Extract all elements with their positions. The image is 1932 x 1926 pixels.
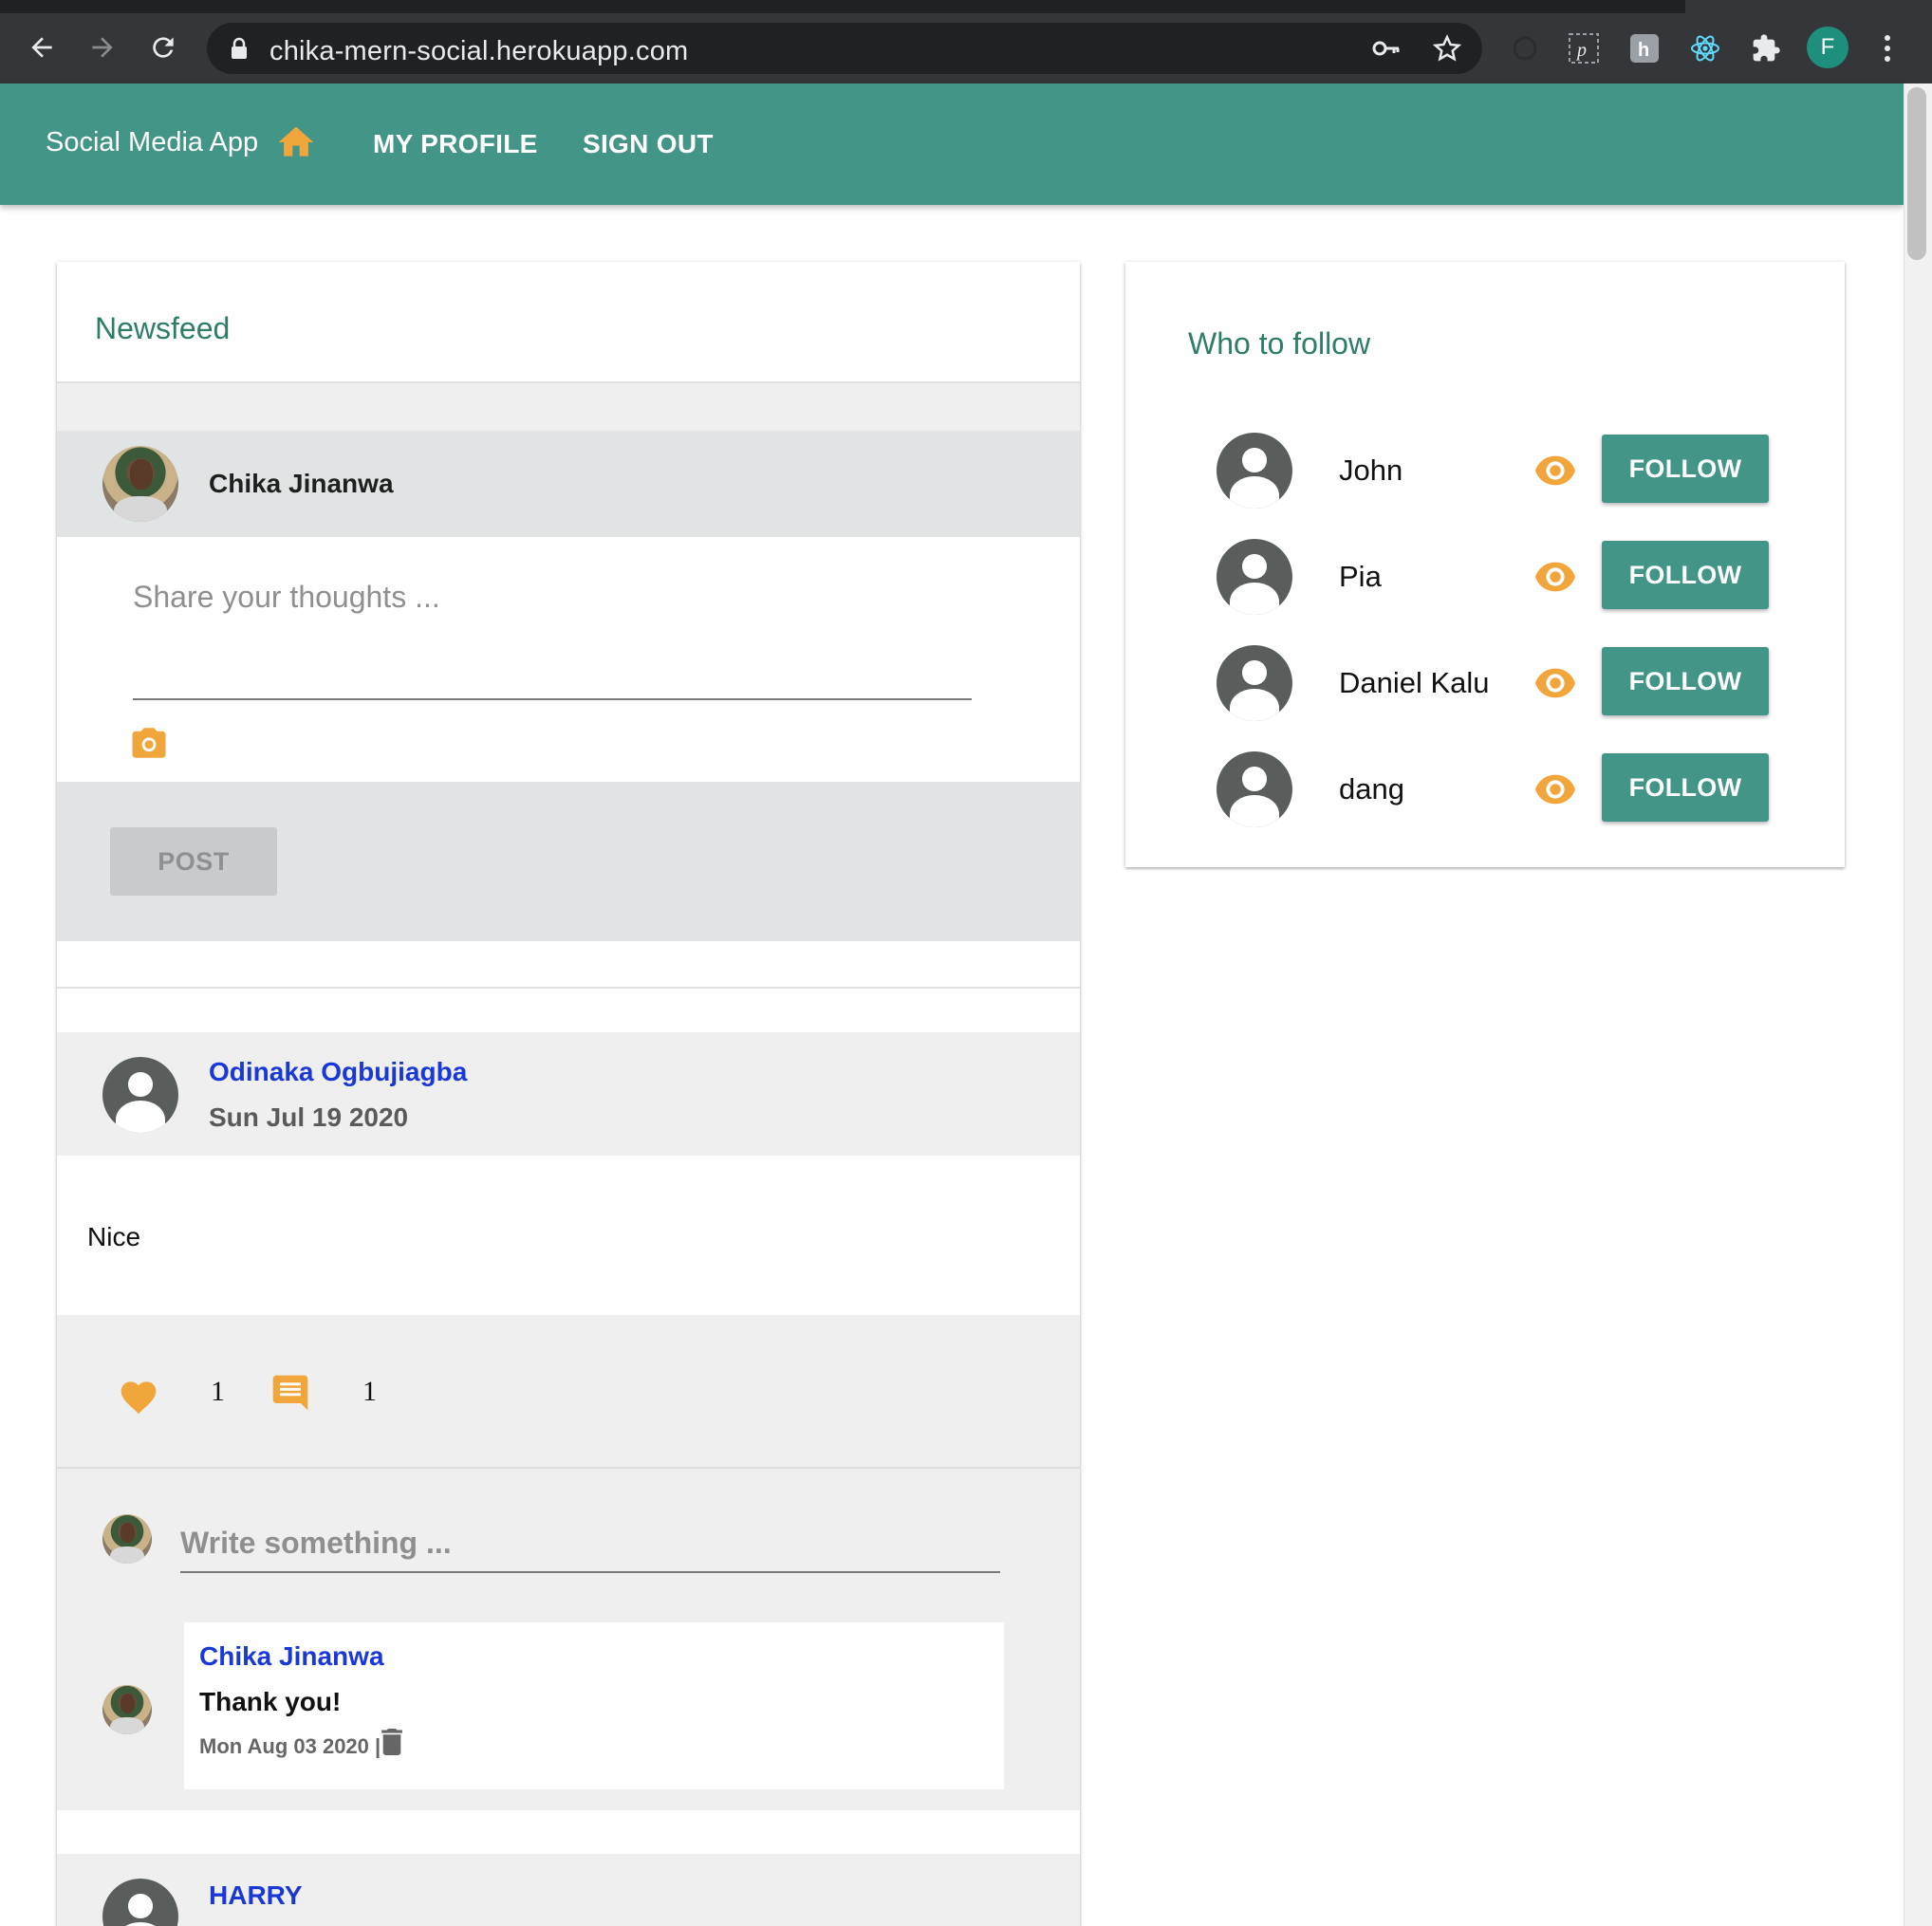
user-avatar[interactable] [1217, 539, 1292, 615]
post-header: Odinaka Ogbujiagba Sun Jul 19 2020 [57, 1032, 1080, 1156]
suggested-user-name[interactable]: Daniel Kalu [1339, 666, 1490, 700]
browser-profile-avatar[interactable]: F [1807, 27, 1848, 68]
input-underline [180, 1571, 1000, 1573]
post-author-link[interactable]: Odinaka Ogbujiagba [209, 1057, 467, 1087]
reload-icon[interactable] [139, 23, 188, 72]
follow-button[interactable]: FOLLOW [1602, 647, 1769, 715]
bookmark-star-icon[interactable] [1432, 34, 1462, 67]
app-title: Social Media App [46, 127, 259, 157]
new-post-user-name: Chika Jinanwa [209, 469, 394, 498]
post-header: HARRY [57, 1854, 1080, 1926]
extension-h-icon[interactable]: h [1623, 27, 1666, 70]
comment-icon[interactable] [269, 1372, 311, 1418]
tab-strip [0, 0, 1932, 13]
comment-count: 1 [362, 1376, 377, 1407]
suggested-user-name[interactable]: Pia [1339, 560, 1382, 594]
address-bar[interactable]: chika-mern-social.herokuapp.com [207, 23, 1482, 74]
who-to-follow-title: Who to follow [1188, 326, 1371, 361]
comment-text: Thank you! [199, 1687, 342, 1716]
comment-author-link[interactable]: Chika Jinanwa [199, 1641, 384, 1672]
key-icon[interactable] [1372, 37, 1401, 65]
extensions-puzzle-icon[interactable] [1744, 27, 1788, 70]
follow-button[interactable]: FOLLOW [1602, 753, 1769, 822]
next-post-gap [57, 1810, 1080, 1854]
input-underline [133, 698, 972, 700]
who-to-follow-card: Who to follow John FOLLOW Pia FOLLOW Dan… [1125, 262, 1845, 867]
page-scrollbar-thumb[interactable] [1907, 87, 1926, 260]
active-tab-edge[interactable] [1685, 0, 1932, 13]
post-author-avatar [102, 1057, 178, 1133]
post-text: Nice [87, 1222, 141, 1251]
svg-text:h: h [1638, 40, 1649, 61]
new-post-panel: Chika Jinanwa Share your thoughts ... PO… [57, 383, 1080, 941]
svg-text:p: p [1575, 40, 1587, 61]
user-avatar[interactable] [1217, 751, 1292, 827]
url-text[interactable]: chika-mern-social.herokuapp.com [269, 36, 688, 67]
post-button[interactable]: POST [110, 827, 277, 896]
follow-suggestion: John FOLLOW [1125, 425, 1845, 520]
nav-sign-out[interactable]: SIGN OUT [583, 129, 714, 159]
newsfeed-title: Newsfeed [95, 311, 231, 345]
post-actions: 1 1 [57, 1315, 1080, 1467]
suggested-user-name[interactable]: dang [1339, 772, 1404, 806]
post-card: Odinaka Ogbujiagba Sun Jul 19 2020 Nice … [57, 989, 1080, 1926]
follow-suggestion: dang FOLLOW [1125, 744, 1845, 839]
view-eye-icon[interactable] [1533, 560, 1577, 594]
react-devtools-icon[interactable] [1683, 27, 1727, 70]
forward-icon[interactable] [78, 23, 127, 72]
nav-my-profile[interactable]: MY PROFILE [373, 129, 538, 159]
comments-section: Write something ... Chika Jinanwa Thank … [57, 1467, 1080, 1810]
follow-suggestion: Daniel Kalu FOLLOW [1125, 638, 1845, 732]
lock-icon[interactable] [230, 37, 249, 65]
delete-trash-icon[interactable] [381, 1729, 406, 1759]
home-icon[interactable] [275, 121, 317, 163]
post-author-avatar [102, 1879, 178, 1926]
view-eye-icon[interactable] [1533, 772, 1577, 806]
follow-suggestion: Pia FOLLOW [1125, 531, 1845, 626]
extension-spinner-icon[interactable] [1503, 27, 1547, 70]
newsfeed-card: Newsfeed Chika Jinanwa Share your though… [57, 262, 1080, 1926]
browser-menu-icon[interactable] [1866, 27, 1909, 70]
suggested-user-name[interactable]: John [1339, 454, 1403, 488]
new-post-header: Chika Jinanwa [57, 431, 1080, 537]
extension-p-icon[interactable]: p [1562, 27, 1606, 70]
comment-author-avatar [102, 1685, 152, 1734]
like-heart-icon[interactable] [118, 1376, 159, 1420]
browser-toolbar: chika-mern-social.herokuapp.com p h F [0, 0, 1932, 83]
new-post-body: Share your thoughts ... [57, 537, 1080, 782]
share-thoughts-input[interactable]: Share your thoughts ... [133, 580, 440, 615]
app-bar: Social Media App MY PROFILE SIGN OUT [0, 83, 1904, 205]
post-date: Sun Jul 19 2020 [209, 1102, 409, 1132]
new-post-footer: POST [57, 782, 1080, 941]
comment-date: Mon Aug 03 2020 | [199, 1734, 381, 1758]
camera-icon[interactable] [129, 723, 169, 763]
view-eye-icon[interactable] [1533, 454, 1577, 488]
comment-card: Chika Jinanwa Thank you! Mon Aug 03 2020… [184, 1622, 1004, 1789]
user-avatar[interactable] [1217, 433, 1292, 509]
page-scrollbar[interactable] [1904, 83, 1932, 1926]
post-author-link[interactable]: HARRY [209, 1880, 303, 1911]
follow-button[interactable]: FOLLOW [1602, 541, 1769, 609]
current-user-avatar [102, 446, 178, 522]
view-eye-icon[interactable] [1533, 666, 1577, 700]
comment-input-avatar [102, 1514, 152, 1564]
follow-button[interactable]: FOLLOW [1602, 435, 1769, 503]
like-count: 1 [211, 1376, 225, 1407]
comment-input[interactable]: Write something ... [180, 1526, 452, 1561]
user-avatar[interactable] [1217, 645, 1292, 721]
back-icon[interactable] [17, 23, 66, 72]
